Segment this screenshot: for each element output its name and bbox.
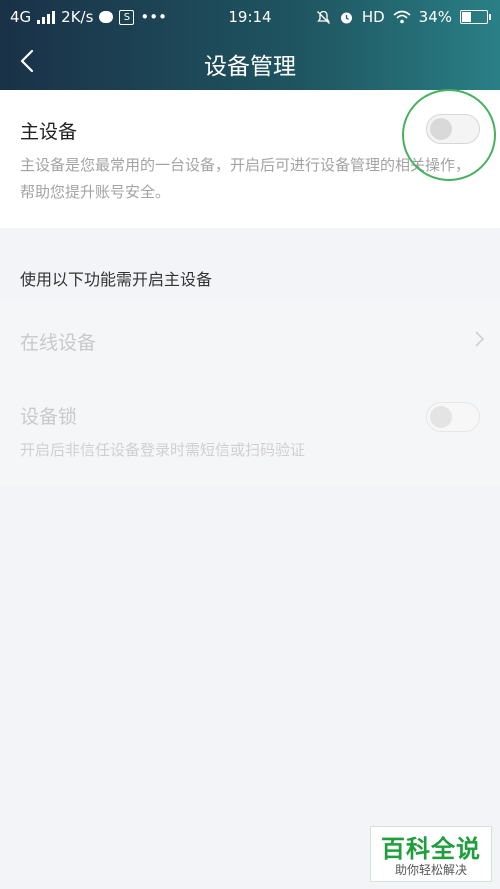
watermark-logo: 百科全说 助你轻松解决 [370, 826, 492, 882]
toggle-knob [430, 117, 452, 140]
status-bar: 4G 2K/s S ••• 19:14 HD 34% [0, 0, 500, 34]
page-title: 设备管理 [204, 54, 296, 80]
battery-icon [460, 10, 491, 24]
device-lock-description: 开启后非信任设备登录时需短信或扫码验证 [20, 441, 306, 459]
alarm-icon [340, 12, 352, 23]
online-devices-label: 在线设备 [20, 332, 97, 354]
chevron-right-icon [475, 331, 485, 347]
watermark-subtitle: 助你轻松解决 [394, 863, 467, 877]
main-device-toggle[interactable] [426, 114, 480, 144]
watermark-title: 百科全说 [381, 835, 481, 863]
device-lock-toggle[interactable] [426, 402, 480, 432]
main-device-title: 主设备 [20, 121, 78, 143]
disabled-features-card: 在线设备 设备锁 开启后非信任设备登录时需短信或扫码验证 [0, 300, 500, 486]
device-lock-label: 设备锁 [20, 406, 78, 428]
section-label: 使用以下功能需开启主设备 [20, 270, 213, 289]
mute-icon [316, 10, 330, 24]
online-devices-row[interactable]: 在线设备 [0, 300, 500, 384]
main-device-description: 主设备是您最常用的一台设备，开启后可进行设备管理的相关操作，帮助您提升账号安全。 [20, 156, 471, 201]
wifi-icon [393, 10, 411, 24]
app-header: 4G 2K/s S ••• 19:14 HD 34% 设备管理 [0, 0, 500, 90]
main-device-card: 主设备 主设备是您最常用的一台设备，开启后可进行设备管理的相关操作，帮助您提升账… [0, 90, 500, 228]
device-lock-row: 设备锁 开启后非信任设备登录时需短信或扫码验证 [0, 384, 500, 486]
hd-indicator: HD [361, 8, 385, 26]
nav-bar: 设备管理 [0, 34, 500, 90]
battery-percent: 34% [418, 8, 452, 26]
status-right: HD 34% [316, 8, 491, 26]
toggle-knob [430, 405, 452, 428]
